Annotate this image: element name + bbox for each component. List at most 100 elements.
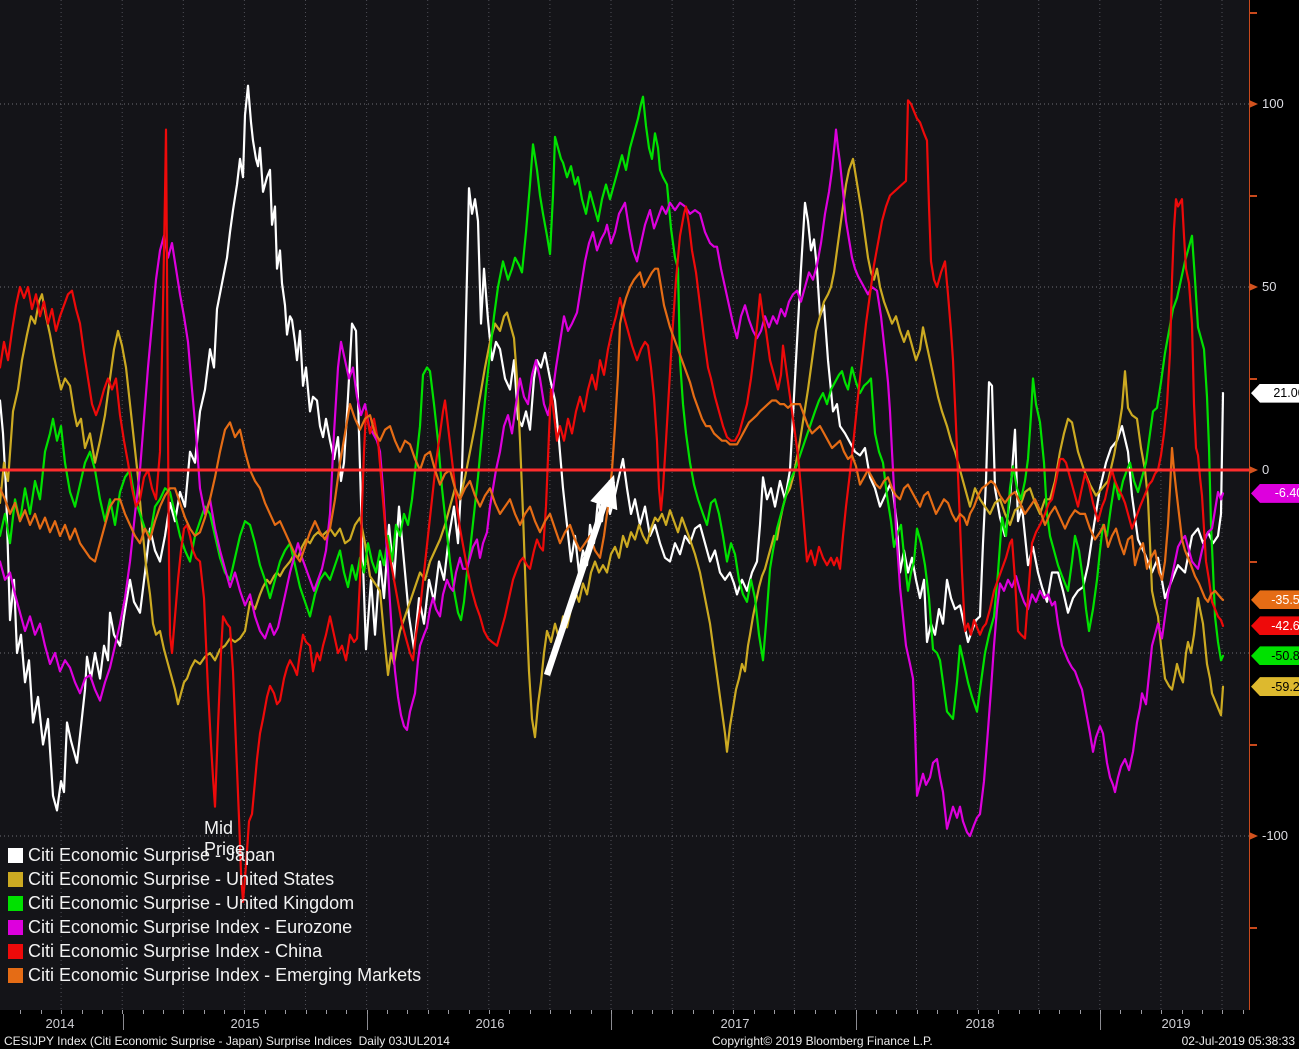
- y-axis-minor-tick: [1250, 377, 1257, 380]
- month-tick: [1181, 1010, 1183, 1014]
- legend-item-emerging-markets[interactable]: Citi Economic Surprise Index - Emerging …: [8, 964, 421, 986]
- y-axis-label-100: 100: [1249, 96, 1284, 112]
- month-tick: [183, 1010, 185, 1014]
- year-separator: [1100, 1014, 1101, 1030]
- y-axis-minor-tick: [1250, 560, 1257, 563]
- month-tick: [529, 1010, 531, 1014]
- price-tag--59.20: -59.20: [1251, 677, 1299, 697]
- month-tick: [366, 1010, 368, 1014]
- price-tag--6.40: -6.40: [1251, 483, 1299, 503]
- month-tick: [346, 1010, 348, 1014]
- month-tick: [875, 1010, 877, 1014]
- uk-swatch-icon: [8, 895, 23, 911]
- month-tick: [1222, 1010, 1224, 1014]
- month-tick: [203, 1010, 205, 1014]
- legend-item-united-kingdom[interactable]: Citi Economic Surprise - United Kingdom: [8, 892, 354, 914]
- month-tick: [1059, 1010, 1061, 1014]
- month-tick: [1201, 1010, 1203, 1014]
- month-tick: [427, 1010, 429, 1014]
- month-tick: [468, 1010, 470, 1014]
- month-tick: [651, 1010, 653, 1014]
- x-tick-2019: 2019: [1161, 1016, 1191, 1031]
- em-swatch-icon: [8, 967, 23, 983]
- month-tick: [855, 1010, 857, 1014]
- month-tick: [977, 1010, 979, 1014]
- month-tick: [916, 1010, 918, 1014]
- y-axis-minor-tick: [1250, 926, 1257, 929]
- month-tick: [550, 1010, 551, 1014]
- eurozone-swatch-icon: [8, 919, 23, 935]
- month-tick: [631, 1010, 633, 1014]
- month-tick: [937, 1010, 938, 1014]
- month-tick: [1242, 1010, 1244, 1014]
- month-tick: [814, 1010, 816, 1014]
- month-tick: [896, 1010, 898, 1014]
- month-tick: [325, 1010, 327, 1014]
- axis-tick-arrow-icon: [1249, 283, 1258, 291]
- axis-tick-arrow-icon: [1249, 832, 1258, 840]
- y-axis-minor-tick: [1250, 743, 1257, 746]
- right-axis-gutter: [1250, 0, 1299, 1049]
- month-tick: [611, 1010, 613, 1014]
- month-tick: [509, 1010, 511, 1014]
- y-axis-minor-tick: [1250, 194, 1257, 197]
- y-axis-label-50: 50: [1249, 279, 1276, 295]
- month-tick: [244, 1010, 246, 1014]
- month-tick: [488, 1010, 490, 1014]
- month-tick: [20, 1010, 22, 1014]
- legend-item-japan[interactable]: Citi Economic Surprise - Japan: [8, 844, 275, 866]
- month-tick: [387, 1010, 388, 1014]
- axis-tick-arrow-icon: [1249, 100, 1258, 108]
- month-tick: [570, 1010, 572, 1014]
- month-tick: [957, 1010, 959, 1014]
- month-tick: [122, 1010, 124, 1014]
- price-tag--42.60: -42.60: [1251, 616, 1299, 636]
- month-tick: [1038, 1010, 1040, 1014]
- month-tick: [1140, 1010, 1142, 1014]
- month-tick: [692, 1010, 694, 1014]
- month-tick: [672, 1010, 674, 1014]
- month-tick: [81, 1010, 83, 1014]
- month-tick: [163, 1010, 164, 1014]
- month-tick: [285, 1010, 287, 1014]
- year-separator: [856, 1014, 857, 1030]
- x-tick-2014: 2014: [45, 1016, 75, 1031]
- y-axis-minor-tick: [1250, 11, 1257, 14]
- x-tick-2018: 2018: [965, 1016, 995, 1031]
- month-tick: [733, 1010, 735, 1014]
- legend-item-united-states[interactable]: Citi Economic Surprise - United States: [8, 868, 334, 890]
- month-tick: [794, 1010, 796, 1014]
- year-separator: [611, 1014, 612, 1030]
- month-tick: [590, 1010, 592, 1014]
- month-tick: [448, 1010, 450, 1014]
- month-tick: [774, 1010, 776, 1014]
- y-axis-label-0: 0: [1249, 462, 1269, 478]
- month-tick: [224, 1010, 226, 1014]
- month-tick: [1018, 1010, 1020, 1014]
- month-tick: [40, 1010, 42, 1014]
- month-tick: [998, 1010, 1000, 1014]
- month-tick: [264, 1010, 266, 1014]
- security-description: CESIJPY Index (Citi Economic Surprise - …: [4, 1034, 450, 1048]
- month-tick: [835, 1010, 837, 1014]
- x-tick-2016: 2016: [475, 1016, 505, 1031]
- china-swatch-icon: [8, 943, 23, 959]
- price-tag--35.50: -35.50: [1251, 590, 1299, 610]
- month-tick: [305, 1010, 307, 1014]
- status-bar: CESIJPY Index (Citi Economic Surprise - …: [0, 1033, 1299, 1049]
- month-tick: [1079, 1010, 1081, 1014]
- month-tick: [1120, 1010, 1122, 1014]
- us-swatch-icon: [8, 871, 23, 887]
- price-tag-21.00: 21.00: [1251, 383, 1299, 403]
- legend-item-china[interactable]: Citi Economic Surprise Index - China: [8, 940, 322, 962]
- japan-swatch-icon: [8, 847, 23, 863]
- month-tick: [1100, 1010, 1101, 1014]
- timestamp: 02-Jul-2019 05:38:33: [1181, 1034, 1295, 1048]
- price-tag--50.80: -50.80: [1251, 646, 1299, 666]
- x-tick-2017: 2017: [720, 1016, 750, 1031]
- month-tick: [407, 1010, 409, 1014]
- month-tick: [713, 1010, 714, 1014]
- axis-tick-arrow-icon: [1249, 466, 1258, 474]
- month-tick: [142, 1010, 144, 1014]
- legend-item-eurozone[interactable]: Citi Economic Surprise Index - Eurozone: [8, 916, 352, 938]
